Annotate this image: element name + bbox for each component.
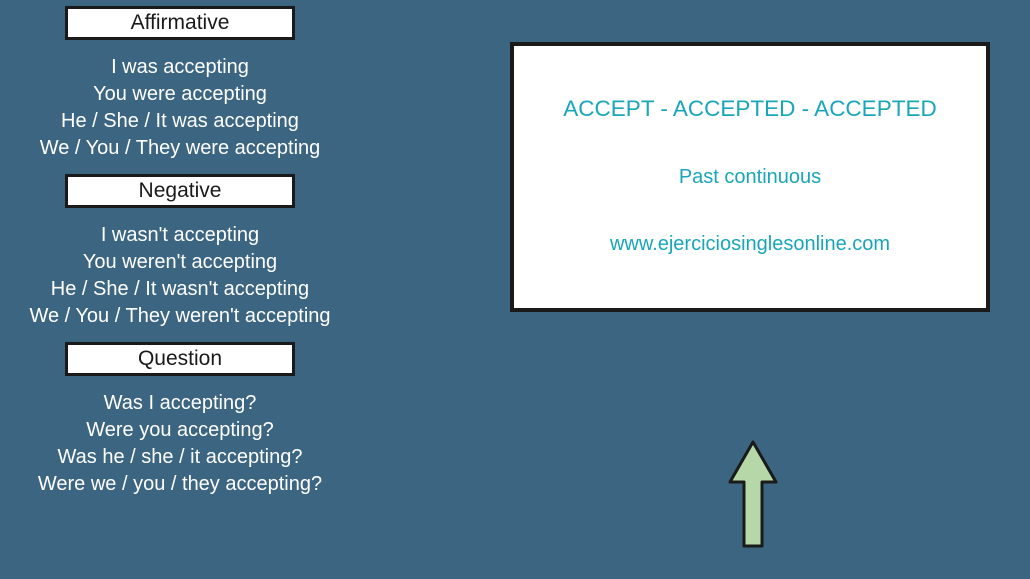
question-line: Were you accepting? <box>38 417 322 444</box>
negative-line: You weren't accepting <box>29 249 330 276</box>
question-line: Was he / she / it accepting? <box>38 444 322 471</box>
negative-line: We / You / They weren't accepting <box>29 303 330 330</box>
question-label: Question <box>65 342 295 376</box>
info-url: www.ejerciciosinglesonline.com <box>610 233 890 256</box>
negative-line: He / She / It wasn't accepting <box>29 276 330 303</box>
affirmative-line: I was accepting <box>40 54 321 81</box>
question-lines: Was I accepting? Were you accepting? Was… <box>38 390 322 498</box>
info-subtitle: Past continuous <box>679 166 821 189</box>
negative-line: I wasn't accepting <box>29 222 330 249</box>
question-line: Was I accepting? <box>38 390 322 417</box>
affirmative-label: Affirmative <box>65 6 295 40</box>
up-arrow-icon <box>728 440 778 555</box>
affirmative-line: He / She / It was accepting <box>40 108 321 135</box>
negative-label: Negative <box>65 174 295 208</box>
info-box: ACCEPT - ACCEPTED - ACCEPTED Past contin… <box>510 42 990 312</box>
affirmative-line: You were accepting <box>40 81 321 108</box>
info-title: ACCEPT - ACCEPTED - ACCEPTED <box>563 96 936 122</box>
left-column: Affirmative I was accepting You were acc… <box>0 0 360 504</box>
question-line: Were we / you / they accepting? <box>38 471 322 498</box>
affirmative-lines: I was accepting You were accepting He / … <box>40 54 321 162</box>
negative-lines: I wasn't accepting You weren't accepting… <box>29 222 330 330</box>
affirmative-line: We / You / They were accepting <box>40 135 321 162</box>
